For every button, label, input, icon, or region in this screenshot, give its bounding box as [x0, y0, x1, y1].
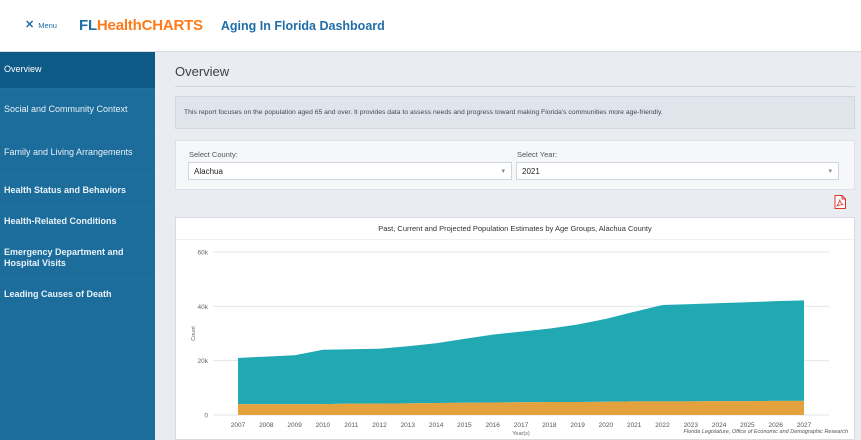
y-tick-label: 60k — [198, 250, 209, 257]
x-tick-label: 2016 — [485, 422, 500, 429]
menu-label: Menu — [38, 21, 57, 30]
population-area-chart: 0 20k 40k 60k Count 2007 2008 2009 2010 2011 2012 2… — [191, 250, 829, 437]
x-tick-label: 2018 — [542, 422, 557, 429]
sidebar-item-social-community-context[interactable]: Social and Community Context — [0, 89, 155, 132]
page-title: Overview — [175, 64, 230, 79]
y-tick-label: 20k — [198, 358, 209, 365]
x-tick-label: 2021 — [627, 422, 642, 429]
x-tick-label: 2010 — [316, 422, 331, 429]
pdf-icon[interactable] — [834, 195, 846, 209]
x-tick-label: 2024 — [712, 422, 727, 429]
flhealthcharts-logo[interactable]: FLHealthCHARTS — [79, 17, 203, 34]
year-select[interactable]: 2021 ▾ — [516, 162, 839, 180]
data-source: Florida Legislature, Office of Economic … — [683, 429, 848, 435]
year-select-label: Select Year: — [517, 150, 558, 159]
x-tick-label: 2027 — [797, 422, 812, 429]
sidebar-item-family-living-arrangements[interactable]: Family and Living Arrangements — [0, 132, 155, 175]
title-divider — [175, 86, 855, 87]
x-tick-label: 2007 — [231, 422, 246, 429]
y-tick-label: 0 — [204, 413, 208, 420]
chevron-down-icon: ▾ — [501, 168, 505, 175]
x-tick-label: 2009 — [287, 422, 302, 429]
county-select-label: Select County: — [189, 150, 238, 159]
sidebar-item-overview[interactable]: Overview — [0, 52, 155, 89]
x-tick-label: 2011 — [344, 422, 358, 429]
filter-panel: Select County: Alachua ▾ Select Year: 20… — [175, 140, 855, 190]
sidebar-item-health-related-conditions[interactable]: Health-Related Conditions — [0, 207, 155, 237]
x-tick-label: 2014 — [429, 422, 444, 429]
sidebar-item-emergency-hospital-visits[interactable]: Emergency Department and Hospital Visits — [0, 237, 155, 280]
sidebar-item-leading-causes-of-death[interactable]: Leading Causes of Death — [0, 280, 155, 310]
x-tick-label: 2017 — [514, 422, 529, 429]
x-tick-label: 2008 — [259, 422, 274, 429]
county-select[interactable]: Alachua ▾ — [188, 162, 512, 180]
x-tick-label: 2019 — [570, 422, 585, 429]
x-tick-label: 2020 — [599, 422, 614, 429]
y-axis-title: Count — [191, 326, 197, 341]
menu-button[interactable]: ✕ Menu — [25, 20, 57, 31]
main-content: Overview This report focuses on the popu… — [155, 52, 861, 440]
top-bar: ✕ Menu FLHealthCHARTS Aging In Florida D… — [0, 0, 861, 52]
sidebar-item-health-status-behaviors[interactable]: Health Status and Behaviors — [0, 175, 155, 207]
chevron-down-icon: ▾ — [828, 168, 832, 175]
area-series-ages-65-84 — [238, 300, 804, 405]
x-axis-title: Year(s) — [512, 431, 530, 437]
sidebar: Overview Social and Community Context Fa… — [0, 52, 155, 440]
population-chart-card: Past, Current and Projected Population E… — [175, 217, 855, 440]
x-tick-label: 2025 — [740, 422, 755, 429]
close-icon: ✕ — [25, 19, 35, 31]
x-tick-label: 2022 — [655, 422, 670, 429]
x-tick-label: 2015 — [457, 422, 472, 429]
intro-text: This report focuses on the population ag… — [175, 96, 855, 129]
y-tick-label: 40k — [198, 304, 209, 311]
x-tick-label: 2026 — [768, 422, 783, 429]
x-tick-label: 2012 — [372, 422, 387, 429]
app-title: Aging In Florida Dashboard — [220, 18, 385, 33]
x-tick-label: 2023 — [684, 422, 699, 429]
x-tick-label: 2013 — [401, 422, 416, 429]
